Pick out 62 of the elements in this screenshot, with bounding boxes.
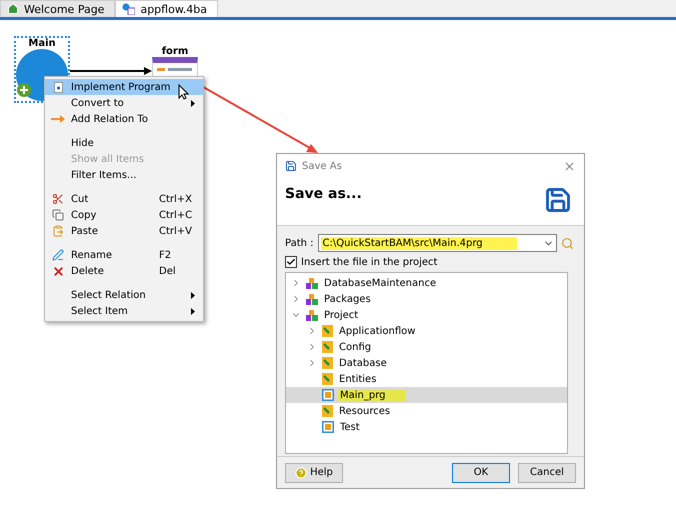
selected-row-highlight[interactable]: Main_prg	[286, 387, 567, 403]
package-icon	[306, 278, 318, 288]
menu-item[interactable]: Cut Ctrl+X	[45, 191, 203, 207]
menu-item[interactable]: Delete Del	[45, 263, 203, 279]
menu-item[interactable]: Copy Ctrl+C	[45, 207, 203, 223]
path-field[interactable]: C:\QuickStartBAM\src\Main.4prg	[318, 234, 557, 252]
dialog-title: Save As	[302, 160, 343, 172]
file-icon	[322, 421, 334, 433]
path-label: Path :	[285, 238, 314, 248]
file-icon	[322, 389, 334, 401]
save-icon	[285, 160, 297, 172]
checkbox[interactable]	[285, 256, 297, 268]
menu-item[interactable]: Paste Ctrl+V	[45, 223, 203, 239]
search-icon[interactable]	[561, 236, 574, 250]
menu-item[interactable]: Implement Program	[45, 79, 203, 95]
rename-icon	[52, 249, 64, 261]
package-icon	[306, 294, 318, 304]
tree-item[interactable]: Database	[337, 358, 389, 368]
plus-icon	[17, 83, 31, 97]
dialog-heading: Save as...	[285, 186, 362, 202]
paste-icon	[52, 225, 64, 237]
document-icon	[54, 82, 62, 92]
flow-icon	[122, 3, 136, 15]
node-title: Main	[28, 38, 56, 49]
checkbox-label: Insert the file in the project	[301, 256, 438, 268]
arrow-icon	[51, 115, 65, 123]
tree-item[interactable]: Applicationflow	[337, 326, 418, 336]
menu-item[interactable]: Hide	[45, 135, 203, 151]
tab[interactable]: Welcome Page	[0, 0, 116, 17]
help-icon	[295, 466, 308, 478]
cursor-icon	[178, 84, 189, 100]
tree-item[interactable]: DatabaseMaintenance	[322, 278, 438, 288]
folder-icon	[322, 325, 333, 337]
menu-item[interactable]: Select Item	[45, 303, 203, 319]
folder-icon	[322, 341, 333, 353]
folder-icon	[322, 373, 333, 385]
save-icon	[544, 186, 572, 214]
tree-item[interactable]: Config	[337, 342, 374, 352]
menu-item[interactable]: Rename F2	[45, 247, 203, 263]
menu-item[interactable]: Select Relation	[45, 287, 203, 303]
tree-item[interactable]: Packages	[322, 294, 373, 304]
help-button[interactable]: Help	[285, 462, 343, 482]
folder-icon	[322, 405, 333, 417]
tree-item[interactable]: Resources	[337, 406, 392, 416]
node-title: form	[162, 46, 188, 57]
dialog-button[interactable]: Cancel	[518, 462, 576, 482]
close-icon[interactable]	[563, 160, 576, 172]
home-icon	[7, 3, 19, 15]
path-value: C:\QuickStartBAM\src\Main.4prg	[320, 236, 517, 250]
tree-item: Main_prg	[338, 390, 406, 400]
dialog-button[interactable]: OK	[452, 462, 510, 482]
tree-item[interactable]: Project	[322, 310, 360, 320]
cut-icon	[52, 193, 64, 205]
menu-item[interactable]: Add Relation To	[45, 111, 203, 127]
delete-icon	[52, 264, 64, 278]
copy-icon	[52, 209, 64, 221]
tree-item[interactable]: Entities	[337, 374, 378, 384]
tree-item[interactable]: Test	[338, 422, 362, 432]
package-icon	[306, 310, 318, 320]
menu-item[interactable]: Filter Items...	[45, 167, 203, 183]
tab[interactable]: appflow.4ba	[115, 0, 218, 17]
folder-icon	[322, 357, 333, 369]
